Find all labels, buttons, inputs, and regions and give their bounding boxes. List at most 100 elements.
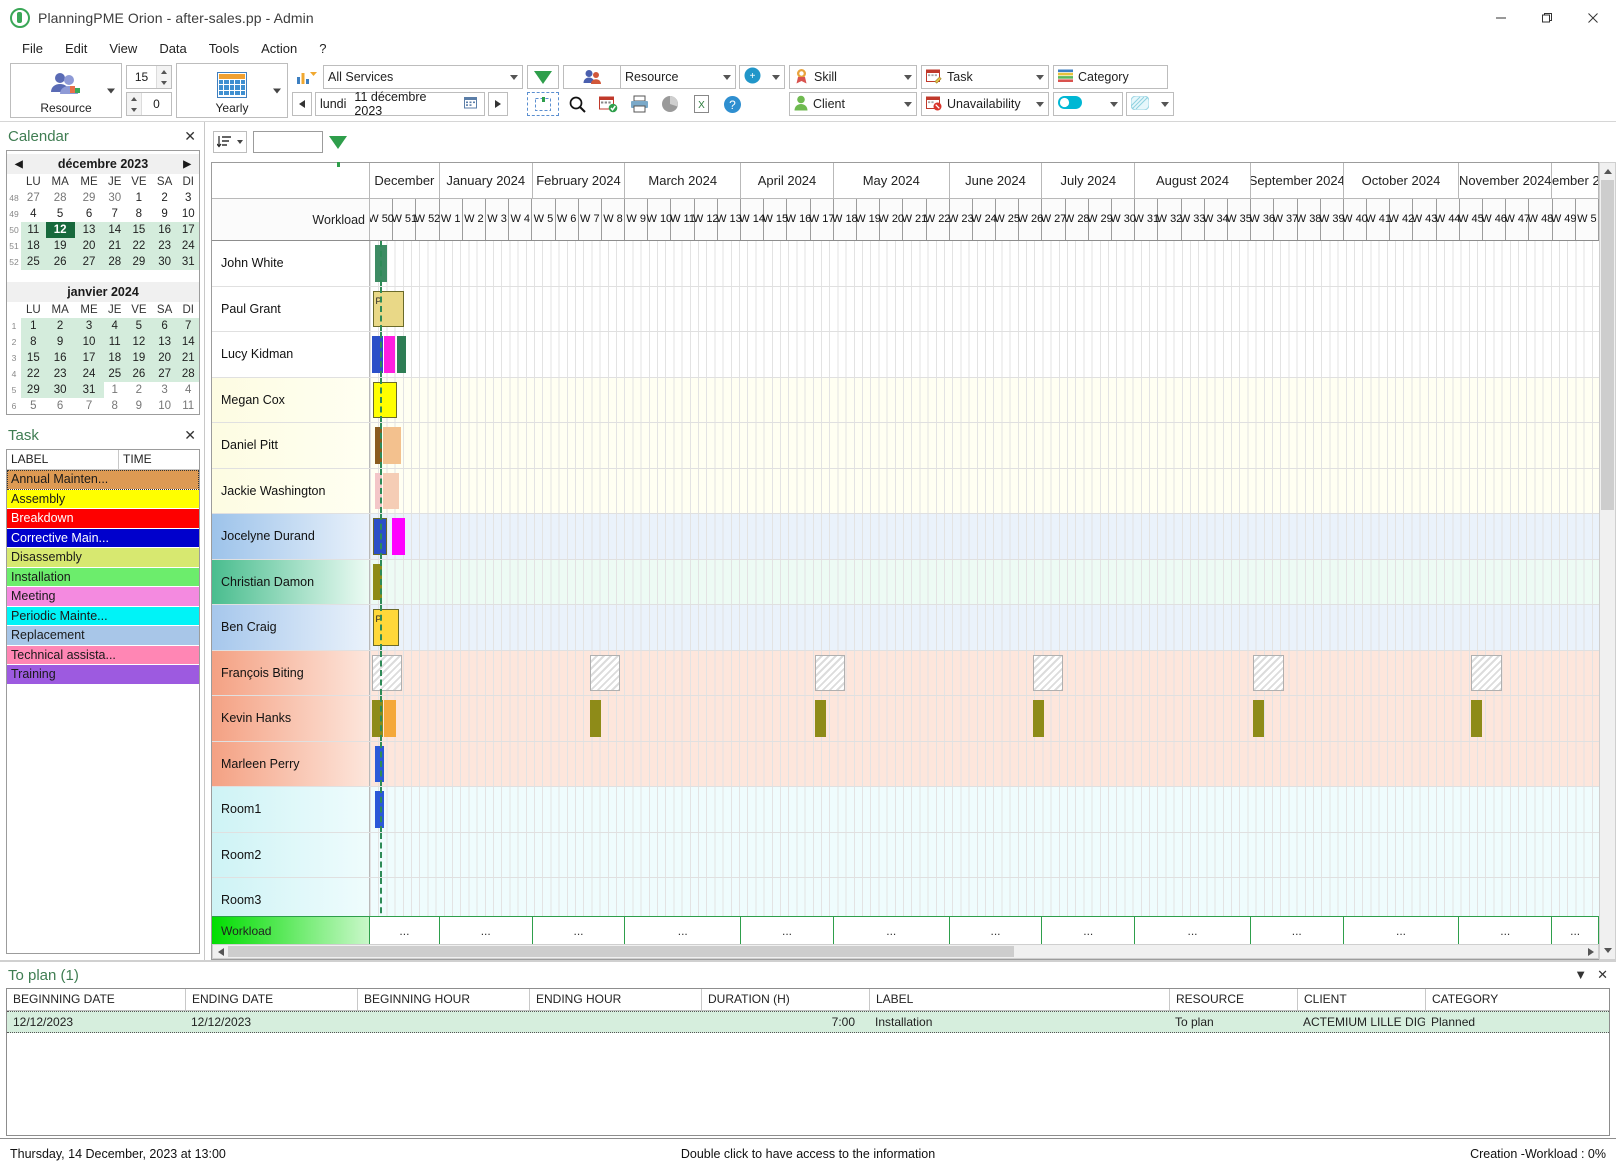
client-filter-combo[interactable]: Client: [789, 92, 917, 116]
workload-cell[interactable]: ...: [834, 917, 950, 944]
calendar-day-cell[interactable]: 5: [126, 318, 152, 334]
gantt-bar[interactable]: [396, 336, 406, 373]
calendar-day-cell[interactable]: 23: [45, 366, 75, 382]
restore-button[interactable]: [1524, 0, 1570, 36]
vscroll-down-button[interactable]: [1600, 942, 1615, 959]
calendar-day-cell[interactable]: 11: [103, 334, 126, 350]
horizontal-scrollbar[interactable]: [212, 944, 1599, 959]
unavailability-filter-combo[interactable]: Unavailability: [921, 92, 1049, 116]
calendar-day-cell[interactable]: 8: [126, 206, 152, 222]
workload-cell[interactable]: ...: [533, 917, 626, 944]
task-legend-item[interactable]: Periodic Mainte...: [7, 606, 199, 626]
services-combo-arrow-icon[interactable]: [510, 74, 518, 80]
to-plan-column-header[interactable]: LABEL: [869, 989, 1169, 1010]
hscroll-right-button[interactable]: [1583, 945, 1598, 958]
calendar-day-cell[interactable]: 9: [126, 398, 152, 414]
to-plan-row[interactable]: 12/12/2023 12/12/2023 7:00 Installation To p…: [7, 1011, 1609, 1033]
to-plan-column-header[interactable]: CLIENT: [1297, 989, 1425, 1010]
calendar-day-cell[interactable]: 11: [177, 398, 199, 414]
calendar-day-cell[interactable]: 9: [152, 206, 178, 222]
resource-timeline[interactable]: P: [370, 605, 1599, 650]
resource-timeline[interactable]: [370, 832, 1599, 877]
calendar-day-cell[interactable]: 28: [177, 366, 199, 382]
resource-name-cell[interactable]: Room1: [212, 787, 370, 832]
resource-row[interactable]: François Biting: [212, 650, 1599, 696]
task-legend-item[interactable]: Annual Mainten...: [7, 470, 199, 490]
resource-timeline[interactable]: [370, 878, 1599, 916]
resource-filter-arrow-icon[interactable]: [723, 74, 731, 80]
add-event-arrow-icon[interactable]: [772, 74, 780, 80]
resource-name-cell[interactable]: Lucy Kidman: [212, 332, 370, 377]
task-legend-item[interactable]: Meeting: [7, 587, 199, 607]
workload-cell[interactable]: ...: [1135, 917, 1251, 944]
offset-spinner[interactable]: 0: [126, 92, 172, 116]
resource-row[interactable]: Kevin Hanks: [212, 696, 1599, 742]
resource-row[interactable]: Christian Damon: [212, 559, 1599, 605]
calendar-day-cell[interactable]: 8: [21, 334, 46, 350]
resource-timeline[interactable]: [370, 559, 1599, 604]
rows-spinner-down[interactable]: [157, 77, 171, 88]
calendar-day-cell[interactable]: 18: [103, 350, 126, 366]
workload-cell[interactable]: ...: [625, 917, 742, 944]
resource-view-button[interactable]: Resource: [10, 63, 122, 118]
offset-spinner-up[interactable]: [127, 93, 141, 104]
task-col-label[interactable]: LABEL: [7, 450, 119, 469]
calendar-day-cell[interactable]: 17: [74, 350, 104, 366]
workload-cell[interactable]: ...: [440, 917, 533, 944]
hatch-display-combo[interactable]: [1126, 92, 1174, 116]
calendar-day-cell[interactable]: 10: [177, 206, 199, 222]
skill-filter-combo[interactable]: Skill: [789, 65, 917, 89]
resource-row[interactable]: Marleen Perry: [212, 741, 1599, 787]
next-date-button[interactable]: [488, 92, 508, 116]
task-legend-item[interactable]: Breakdown: [7, 509, 199, 529]
calendar-day-cell[interactable]: 1: [104, 382, 127, 398]
resource-name-cell[interactable]: John White: [212, 241, 370, 286]
minimize-button[interactable]: [1478, 0, 1524, 36]
to-plan-column-header[interactable]: CATEGORY: [1425, 989, 1615, 1010]
calendar-day-cell[interactable]: 2: [152, 190, 178, 206]
task-legend-item[interactable]: Installation: [7, 567, 199, 587]
resource-timeline[interactable]: [370, 423, 1599, 468]
calendar-day-cell[interactable]: 14: [177, 334, 199, 350]
task-filter-arrow-icon[interactable]: [1036, 74, 1044, 80]
vscroll-up-button[interactable]: [1600, 163, 1615, 180]
hatch-pattern-icon[interactable]: [1127, 95, 1150, 113]
resource-timeline[interactable]: [370, 377, 1599, 422]
services-combo[interactable]: All Services: [323, 65, 523, 89]
calendar-day-cell[interactable]: 7: [177, 318, 199, 334]
menu-action[interactable]: Action: [251, 39, 307, 58]
calendar-next-month-icon[interactable]: ▶: [183, 159, 191, 170]
resource-name-cell[interactable]: Kevin Hanks: [212, 696, 370, 741]
calendar-day-cell[interactable]: 30: [104, 190, 127, 206]
calendar-day-cell[interactable]: 4: [177, 382, 199, 398]
calendar-day-cell[interactable]: 29: [21, 382, 46, 398]
rows-spinner-up[interactable]: [157, 66, 171, 77]
toggle-switch-icon[interactable]: [1058, 96, 1082, 112]
planning-funnel-icon[interactable]: [329, 135, 347, 167]
calendar-day-cell[interactable]: 5: [21, 398, 46, 414]
calendar-day-cell[interactable]: 20: [74, 238, 104, 254]
close-button[interactable]: [1570, 0, 1616, 36]
resource-timeline[interactable]: [370, 514, 1599, 559]
gantt-bar[interactable]: P: [373, 609, 399, 646]
gantt-bar-unavailability[interactable]: [1471, 654, 1502, 691]
gantt-bar[interactable]: [382, 427, 402, 464]
calendar-day-cell[interactable]: 19: [45, 238, 75, 254]
resource-timeline[interactable]: [370, 468, 1599, 513]
menu-file[interactable]: File: [12, 39, 53, 58]
search-button[interactable]: [563, 92, 591, 116]
gantt-bar[interactable]: P: [373, 290, 404, 327]
calendar-day-cell[interactable]: 4: [21, 206, 46, 222]
date-picker-icon[interactable]: [464, 96, 477, 112]
calendar-day-cell[interactable]: 16: [45, 350, 75, 366]
resource-timeline[interactable]: [370, 332, 1599, 377]
calendar-day-cell[interactable]: 1: [126, 190, 152, 206]
menu-edit[interactable]: Edit: [55, 39, 97, 58]
skill-filter-arrow-icon[interactable]: [904, 74, 912, 80]
calendar-day-cell[interactable]: 15: [21, 350, 46, 366]
calendar-prev-month-icon[interactable]: ◀: [15, 159, 23, 170]
calendar-day-cell[interactable]: 16: [151, 222, 178, 238]
calendar-day-cell[interactable]: 3: [177, 190, 199, 206]
gantt-bar[interactable]: [815, 700, 826, 737]
pie-chart-button[interactable]: [656, 92, 684, 116]
